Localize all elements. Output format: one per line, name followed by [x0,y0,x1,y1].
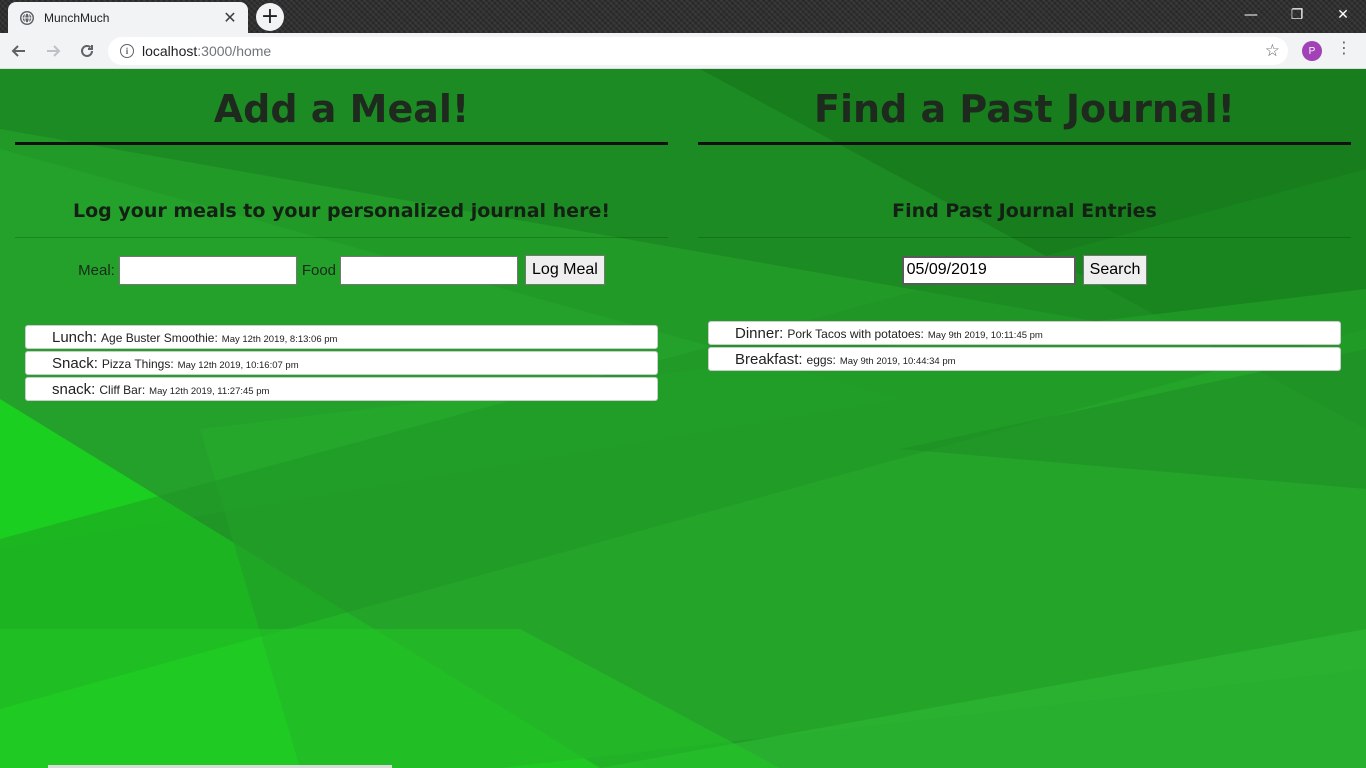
list-item: Breakfast: eggs: May 9th 2019, 10:44:34 … [708,347,1341,371]
window-close-icon[interactable]: ✕ [1320,0,1366,30]
url-host: localhost [142,43,198,59]
food-label: Food [301,261,337,279]
minimize-icon[interactable]: — [1228,0,1274,30]
back-arrow-icon[interactable] [4,36,34,66]
search-form: Search [698,254,1351,286]
meal-input[interactable] [118,255,297,285]
close-icon[interactable]: ✕ [218,6,242,30]
new-tab-button[interactable]: + [256,3,284,31]
entry-meal: snack: [52,381,96,398]
journal-entries-list: Dinner: Pork Tacos with potatoes: May 9t… [698,321,1351,371]
find-journal-title: Find a Past Journal! [698,69,1351,145]
entry-timestamp: May 9th 2019, 10:44:34 pm [839,356,956,367]
entry-timestamp: May 12th 2019, 10:16:07 pm [177,360,299,371]
tab-title: MunchMuch [44,10,110,25]
list-item: Lunch: Age Buster Smoothie: May 12th 201… [25,325,658,349]
entry-food: Cliff Bar: [99,383,146,397]
date-input[interactable] [901,255,1076,285]
url-path: :3000/home [197,43,272,59]
page-content: Add a Meal! Log your meals to your perso… [0,69,1366,768]
list-item: snack: Cliff Bar: May 12th 2019, 11:27:4… [25,377,658,401]
find-journal-subtitle: Find Past Journal Entries [698,195,1351,238]
entry-timestamp: May 12th 2019, 8:13:06 pm [221,334,338,345]
forward-arrow-icon[interactable] [38,36,68,66]
add-meal-subtitle: Log your meals to your personalized jour… [15,195,668,238]
star-icon[interactable]: ☆ [1265,41,1280,61]
window-controls: — ❐ ✕ [1228,0,1366,30]
entry-meal: Lunch: [52,329,98,346]
entry-food: Age Buster Smoothie: [101,331,218,345]
url-text: localhost:3000/home [142,43,271,59]
entry-meal: Dinner: [735,325,784,342]
entry-food: Pork Tacos with potatoes: [787,327,924,341]
list-item: Dinner: Pork Tacos with potatoes: May 9t… [708,321,1341,345]
address-bar[interactable]: i localhost:3000/home ☆ [108,37,1288,65]
globe-icon [20,10,34,25]
entry-timestamp: May 9th 2019, 10:11:45 pm [927,330,1043,341]
kebab-menu-icon[interactable]: ⋮ [1336,40,1352,56]
browser-titlebar: MunchMuch ✕ + — ❐ ✕ [0,0,1366,33]
browser-toolbar: i localhost:3000/home ☆ P ⋮ [0,33,1366,69]
add-meal-title: Add a Meal! [15,69,668,145]
restore-icon[interactable]: ❐ [1274,0,1320,30]
info-icon[interactable]: i [120,44,134,58]
entry-meal: Snack: [52,355,98,372]
entry-food: eggs: [806,353,836,367]
log-meal-button[interactable]: Log Meal [525,255,605,285]
entry-meal: Breakfast: [735,351,803,368]
search-button[interactable]: Search [1082,255,1148,285]
add-meal-form: Meal: Food Log Meal [15,254,668,286]
browser-tab[interactable]: MunchMuch ✕ [8,2,248,33]
reload-icon[interactable] [72,36,102,66]
entry-timestamp: May 12th 2019, 11:27:45 pm [149,386,270,397]
list-item: Snack: Pizza Things: May 12th 2019, 10:1… [25,351,658,375]
meal-entries-list: Lunch: Age Buster Smoothie: May 12th 201… [15,325,668,401]
find-journal-panel: Find a Past Journal! Find Past Journal E… [698,69,1351,373]
add-meal-panel: Add a Meal! Log your meals to your perso… [15,69,668,403]
food-input[interactable] [340,255,519,285]
meal-label: Meal: [78,261,115,279]
profile-avatar[interactable]: P [1302,41,1322,61]
entry-food: Pizza Things: [101,357,174,371]
